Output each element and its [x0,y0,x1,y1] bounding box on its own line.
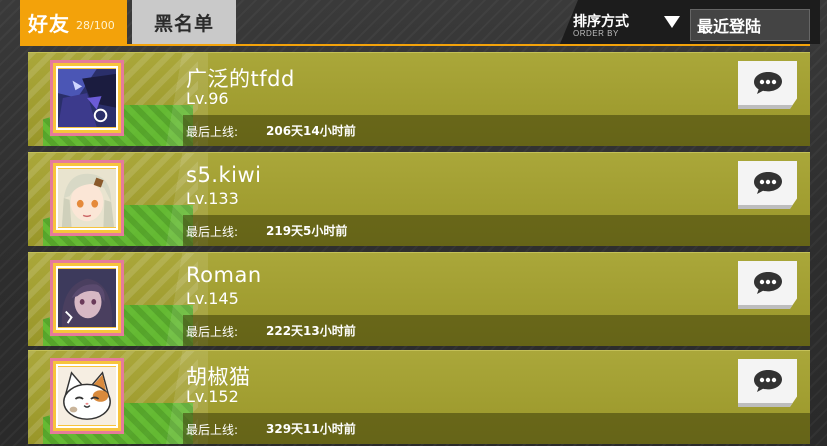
friend-level: Lv.145 [186,289,239,308]
speech-bubble-icon [753,172,782,194]
triangle-down-icon[interactable] [664,16,680,28]
last-online-value: 222天13小时前 [266,324,356,338]
last-online-value: 329天11小时前 [266,422,356,436]
avatar[interactable] [50,160,124,236]
friend-card[interactable]: s5.kiwi Lv.133 最后上线: 219天5小时前 [28,152,810,246]
chat-button[interactable] [738,359,797,407]
friend-name: s5.kiwi [186,163,262,187]
friend-card[interactable]: 胡椒猫 Lv.152 最后上线: 329天11小时前 [28,350,810,444]
chat-button[interactable] [738,261,797,309]
header-divider [20,44,810,46]
avatar[interactable] [50,260,124,336]
sort-select[interactable]: 最近登陆 [690,9,810,41]
tab-friends-label: 好友 [28,11,70,36]
tab-blacklist[interactable]: 黑名单 [132,0,236,44]
last-online-label: 最后上线: [186,125,239,139]
sort-subtitle: ORDER BY [573,29,619,38]
friend-card[interactable]: Roman Lv.145 最后上线: 222天13小时前 [28,252,810,346]
chat-button[interactable] [738,61,797,109]
dark-armored-character-avatar-icon [58,69,116,127]
friend-level: Lv.96 [186,89,229,108]
friend-count: 28/100 [76,18,115,32]
last-online-value: 219天5小时前 [266,224,348,238]
friend-card[interactable]: 广泛的tfdd Lv.96 最后上线: 206天14小时前 [28,52,810,146]
speech-bubble-icon [753,72,782,94]
last-online-value: 206天14小时前 [266,124,356,138]
tab-blacklist-label: 黑名单 [153,12,214,35]
tab-friends[interactable]: 好友 28/100 [20,0,127,44]
speech-bubble-icon [753,370,782,392]
avatar[interactable] [50,60,124,136]
calico-cat-avatar-icon [58,367,116,425]
speech-bubble-icon [753,272,782,294]
sort-selected-value: 最近登陆 [697,17,762,36]
sort-title: 排序方式 [573,14,629,30]
chat-button[interactable] [738,161,797,209]
friend-level: Lv.152 [186,387,239,406]
white-haired-girl-avatar-icon [58,169,116,227]
avatar[interactable] [50,358,124,434]
dark-haired-girl-avatar-icon [58,269,116,327]
last-online-label: 最后上线: [186,225,239,239]
friend-level: Lv.133 [186,189,239,208]
last-online-label: 最后上线: [186,423,239,437]
last-online-label: 最后上线: [186,325,239,339]
friend-name: Roman [186,263,262,287]
